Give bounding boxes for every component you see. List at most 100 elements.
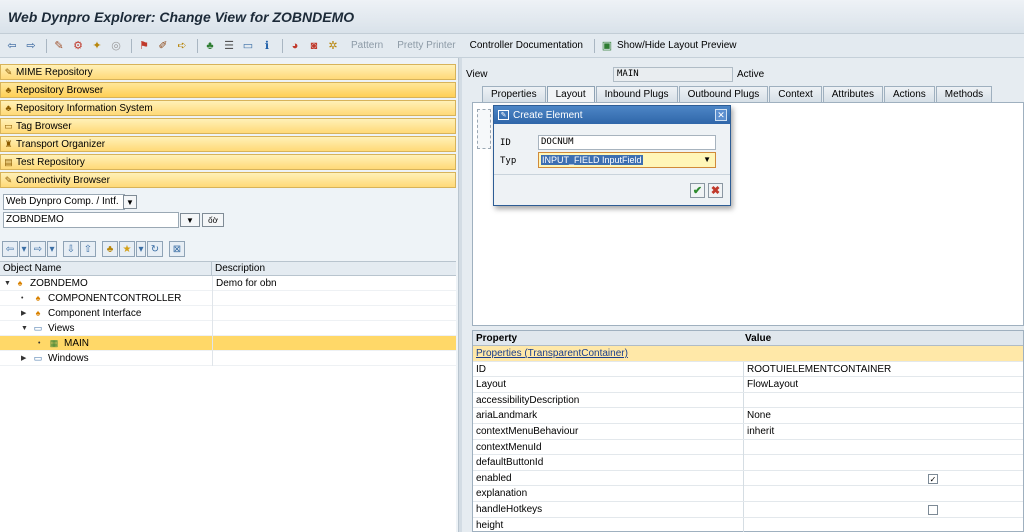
wand-icon[interactable]: ✲ <box>325 38 341 54</box>
element-type-select[interactable]: INPUT_FIELD InputField ▼ <box>538 152 716 168</box>
property-value[interactable]: ROOTUIELEMENTCONTAINER <box>743 361 1024 377</box>
layout-preview-icon[interactable]: ▣ <box>599 38 615 54</box>
refresh-icon[interactable]: ↻ <box>147 241 163 257</box>
element-id-input[interactable]: DOCNUM <box>538 135 716 150</box>
enabled-checkbox[interactable]: ✓ <box>928 473 938 484</box>
next-object-icon[interactable]: ⇨ <box>30 241 46 257</box>
stop-icon[interactable]: ◙ <box>306 38 322 54</box>
nav-transport-organizer[interactable]: ♜ Transport Organizer <box>0 136 456 152</box>
where-used-icon[interactable]: ⚑ <box>136 38 152 54</box>
previous-object-icon[interactable]: ⇦ <box>2 241 18 257</box>
nav-repository-information-system[interactable]: ♣ Repository Information System <box>0 100 456 116</box>
property-value[interactable]: FlowLayout <box>743 377 1024 393</box>
properties-group-header[interactable]: Properties (TransparentContainer) <box>473 346 1023 362</box>
column-header-description[interactable]: Description <box>212 262 456 275</box>
ui-element-hierarchy[interactable] <box>477 109 491 149</box>
display-change-icon[interactable]: ⚙ <box>70 38 86 54</box>
tab-attributes[interactable]: Attributes <box>822 86 883 102</box>
favorites-icon[interactable]: ★ <box>119 241 135 257</box>
nav-connectivity-browser[interactable]: ✎ Connectivity Browser <box>0 172 456 188</box>
nav-tag-browser[interactable]: ▭ Tag Browser <box>0 118 456 134</box>
expand-toggle-icon[interactable]: ▶ <box>21 351 26 366</box>
controller-icon: ♠ <box>35 293 41 303</box>
expand-toggle-icon[interactable]: ▼ <box>4 276 11 291</box>
display-glasses-icon[interactable]: ốờ <box>202 213 224 227</box>
column-header-property[interactable]: Property <box>473 331 742 345</box>
handle-hotkeys-checkbox[interactable] <box>928 504 938 515</box>
object-name-input[interactable]: ZOBNDEMO <box>3 212 179 228</box>
dropdown-icon[interactable]: ▾ <box>19 241 29 257</box>
property-row[interactable]: explanation <box>473 486 1023 502</box>
property-row[interactable]: enabled ✓ <box>473 470 1023 487</box>
tab-layout[interactable]: Layout <box>546 86 595 102</box>
property-value[interactable] <box>743 486 1024 502</box>
tree-row[interactable]: ▶ ▭ Windows <box>0 351 456 366</box>
tree-row[interactable]: ▼ ▭ Views <box>0 321 456 336</box>
forward-icon[interactable]: ⇨ <box>23 38 39 54</box>
dialog-title-bar[interactable]: ✎ Create Element <box>494 106 730 124</box>
tree-row-description <box>212 291 456 306</box>
windows-folder-icon: ▭ <box>33 353 43 363</box>
property-value[interactable] <box>743 517 1024 532</box>
chevron-down-icon[interactable]: ▼ <box>123 195 137 209</box>
record-icon[interactable]: ◕ <box>287 38 303 54</box>
nav-mime-repository[interactable]: ✎ MIME Repository <box>0 64 456 80</box>
dropdown-icon[interactable]: ▾ <box>136 241 146 257</box>
property-row[interactable]: contextMenuId <box>473 439 1024 456</box>
chevron-down-icon[interactable]: ▼ <box>703 153 711 167</box>
object-list-icon[interactable]: ✐ <box>155 38 171 54</box>
property-row[interactable]: accessibilityDescription <box>473 392 1024 409</box>
tree-row[interactable]: ▼ ♠ ZOBNDEMO Demo for obn <box>0 276 456 291</box>
edit-icon[interactable]: ➪ <box>174 38 190 54</box>
pattern-button[interactable]: Pattern <box>351 40 383 51</box>
nav-test-repository[interactable]: ▤ Test Repository <box>0 154 456 170</box>
other-object-icon[interactable]: ✎ <box>51 38 67 54</box>
property-row[interactable]: defaultButtonId <box>473 455 1023 471</box>
controller-documentation-button[interactable]: Controller Documentation <box>470 40 583 51</box>
chevron-down-icon[interactable]: ▼ <box>180 213 200 227</box>
tree-row[interactable]: ▶ ♠ Component Interface <box>0 306 456 321</box>
close-icon[interactable]: ⊠ <box>169 241 185 257</box>
property-row[interactable]: Layout FlowLayout <box>473 377 1023 393</box>
tab-actions[interactable]: Actions <box>884 86 935 102</box>
info-icon[interactable]: ℹ <box>259 38 275 54</box>
cancel-icon[interactable]: ✖ <box>708 183 723 198</box>
show-hide-layout-preview-button[interactable]: Show/Hide Layout Preview <box>617 40 737 51</box>
expand-toggle-icon[interactable]: ▶ <box>21 306 26 321</box>
property-row[interactable]: ariaLandmark None <box>473 408 1023 424</box>
hierarchy-icon[interactable]: ♣ <box>102 241 118 257</box>
navigator-icon[interactable]: ♣ <box>202 38 218 54</box>
tab-context[interactable]: Context <box>769 86 822 102</box>
column-header-value[interactable]: Value <box>742 331 1023 345</box>
expand-toggle-icon[interactable]: ▼ <box>21 321 28 336</box>
property-row[interactable]: ID ROOTUIELEMENTCONTAINER <box>473 361 1024 378</box>
pretty-printer-button[interactable]: Pretty Printer <box>397 40 455 51</box>
property-value[interactable] <box>743 392 1024 408</box>
activate-icon[interactable]: ✦ <box>89 38 105 54</box>
close-icon[interactable]: ✕ <box>715 109 727 121</box>
property-value[interactable]: inherit <box>743 423 1024 439</box>
property-row[interactable]: handleHotkeys <box>473 501 1023 518</box>
property-row[interactable]: contextMenuBehaviour inherit <box>473 423 1024 440</box>
property-row[interactable]: height <box>473 517 1024 532</box>
property-value[interactable]: None <box>743 408 1024 424</box>
object-type-select[interactable]: Web Dynpro Comp. / Intf. <box>3 194 125 210</box>
column-header-object-name[interactable]: Object Name <box>0 262 212 275</box>
tab-inbound-plugs[interactable]: Inbound Plugs <box>595 86 678 102</box>
tree-row-selected[interactable]: • ▦ MAIN <box>0 336 456 351</box>
layout-icon[interactable]: ☰ <box>221 38 237 54</box>
grid-icon[interactable]: ▭ <box>240 38 256 54</box>
confirm-icon[interactable]: ✔ <box>690 183 705 198</box>
dropdown-icon[interactable]: ▾ <box>47 241 57 257</box>
tab-outbound-plugs[interactable]: Outbound Plugs <box>678 86 769 102</box>
property-value[interactable] <box>743 439 1024 455</box>
expand-icon[interactable]: ⇧ <box>80 241 96 257</box>
tab-properties[interactable]: Properties <box>482 86 546 102</box>
collapse-icon[interactable]: ⇩ <box>63 241 79 257</box>
nav-repository-browser[interactable]: ♣ Repository Browser <box>0 82 456 98</box>
tree-row[interactable]: • ♠ COMPONENTCONTROLLER <box>0 291 456 306</box>
tab-methods[interactable]: Methods <box>935 86 993 102</box>
property-value[interactable] <box>743 455 1024 471</box>
check-icon[interactable]: ◎ <box>108 38 124 54</box>
back-icon[interactable]: ⇦ <box>4 38 20 54</box>
